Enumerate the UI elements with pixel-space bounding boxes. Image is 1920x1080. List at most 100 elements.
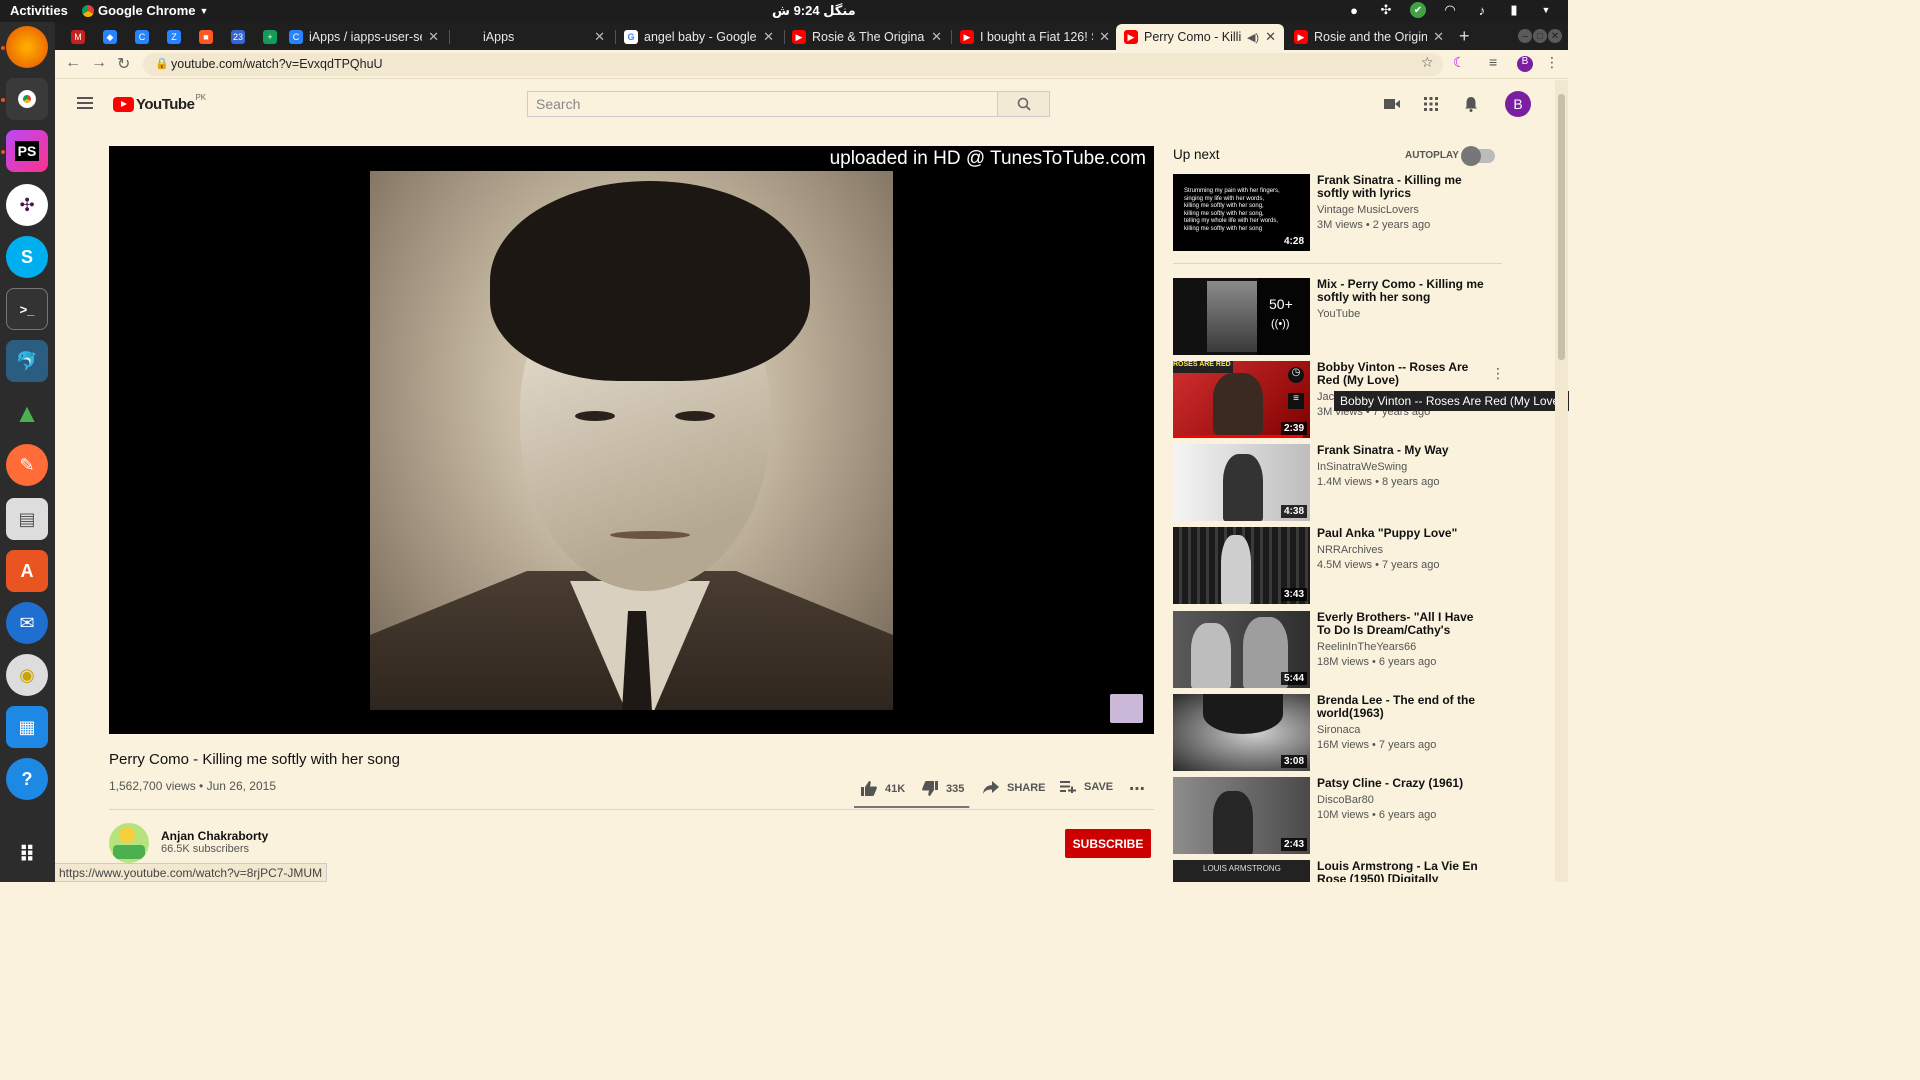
volume-icon[interactable]: ♪ bbox=[1474, 2, 1490, 18]
dislike-button[interactable]: 335 bbox=[922, 781, 964, 796]
menu-icon[interactable]: ⋮ bbox=[1545, 54, 1559, 71]
video-thumbnail[interactable]: 3:43 bbox=[1173, 527, 1310, 604]
page-scrollbar[interactable] bbox=[1555, 80, 1568, 882]
slack-tray-icon[interactable]: ✣ bbox=[1378, 2, 1394, 18]
hamburger-menu-icon[interactable] bbox=[77, 97, 93, 109]
more-actions-icon[interactable]: ⋯ bbox=[1129, 779, 1145, 799]
close-icon[interactable]: ✕ bbox=[1099, 29, 1110, 45]
mix-thumbnail[interactable]: 50+ ((•)) bbox=[1173, 278, 1310, 355]
maximize-button[interactable]: □ bbox=[1533, 29, 1547, 43]
slack-icon[interactable]: ✣ bbox=[6, 184, 48, 226]
tab-youtube-fiat[interactable]: ▶ I bought a Fiat 126! S ✕ bbox=[952, 24, 1118, 50]
audio-playing-icon[interactable]: ◀) bbox=[1247, 31, 1259, 44]
tab-youtube-rosie[interactable]: ▶ Rosie & The Original ✕ bbox=[784, 24, 950, 50]
video-title[interactable]: Everly Brothers- "All I Have To Do Is Dr… bbox=[1317, 611, 1487, 637]
recommendation-item[interactable]: 2:43 Patsy Cline - Crazy (1961) DiscoBar… bbox=[1173, 777, 1503, 855]
scrollbar-thumb[interactable] bbox=[1558, 94, 1565, 360]
software-center-icon[interactable]: A bbox=[6, 550, 48, 592]
add-to-queue-icon[interactable]: ≡ bbox=[1288, 393, 1304, 409]
extension-icon[interactable]: ☾ bbox=[1453, 54, 1466, 71]
activities-button[interactable]: Activities bbox=[10, 3, 68, 18]
lock-icon[interactable]: 🔒 bbox=[155, 57, 169, 70]
tab-confluence[interactable]: C bbox=[127, 24, 159, 50]
more-options-icon[interactable]: ⋮ bbox=[1491, 365, 1505, 382]
tab-youtube-perry-como[interactable]: ▶ Perry Como - Killi ◀) ✕ bbox=[1116, 24, 1284, 50]
channel-name[interactable]: NRRArchives bbox=[1317, 544, 1383, 556]
phpstorm-icon[interactable]: PS bbox=[6, 130, 48, 172]
close-icon[interactable]: ✕ bbox=[931, 29, 942, 45]
video-title[interactable]: Frank Sinatra - Killing me softly with l… bbox=[1317, 174, 1487, 200]
watch-later-icon[interactable]: ◷ bbox=[1288, 367, 1304, 383]
channel-name[interactable]: ReelinInTheYears66 bbox=[1317, 641, 1416, 653]
autoplay-toggle[interactable] bbox=[1461, 146, 1495, 166]
channel-name[interactable]: YouTube bbox=[1317, 308, 1360, 320]
video-thumbnail[interactable]: 4:38 bbox=[1173, 444, 1310, 521]
files-icon[interactable]: ▤ bbox=[6, 498, 48, 540]
firefox-icon[interactable] bbox=[6, 26, 48, 68]
terminal-icon[interactable]: >_ bbox=[6, 288, 48, 330]
thunderbird-icon[interactable]: ✉ bbox=[6, 602, 48, 644]
help-icon[interactable]: ? bbox=[6, 758, 48, 800]
subscribe-button[interactable]: SUBSCRIBE bbox=[1065, 829, 1151, 858]
writer-icon[interactable]: ▦ bbox=[6, 706, 48, 748]
mysql-workbench-icon[interactable]: 🐬 bbox=[6, 340, 48, 382]
address-bar[interactable]: 🔒 youtube.com/watch?v=EvxqdTPQhuU bbox=[143, 53, 1443, 76]
close-icon[interactable]: ✕ bbox=[763, 29, 774, 45]
close-icon[interactable]: ✕ bbox=[594, 29, 605, 45]
video-thumbnail[interactable]: ROSES ARE RED ◷ ≡ 2:39 bbox=[1173, 361, 1310, 438]
video-title[interactable]: Brenda Lee - The end of the world(1963) bbox=[1317, 694, 1487, 720]
tab-bitbucket[interactable]: CiApps / iapps-user-se ✕ bbox=[281, 24, 447, 50]
recommendation-item[interactable]: 5:44 Everly Brothers- "All I Have To Do … bbox=[1173, 611, 1503, 689]
media-controls-icon[interactable]: ≡ bbox=[1489, 54, 1497, 70]
video-thumbnail[interactable]: 3:08 bbox=[1173, 694, 1310, 771]
new-tab-button[interactable]: + bbox=[1459, 26, 1470, 47]
like-button[interactable]: 41K bbox=[861, 781, 905, 796]
video-title[interactable]: Mix - Perry Como - Killing me softly wit… bbox=[1317, 278, 1487, 304]
channel-name[interactable]: Vintage MusicLovers bbox=[1317, 204, 1419, 216]
tab-gmail[interactable]: M bbox=[63, 24, 95, 50]
search-input[interactable]: Search bbox=[527, 91, 998, 117]
account-avatar[interactable]: B bbox=[1505, 91, 1531, 117]
skype-icon[interactable]: S bbox=[6, 236, 48, 278]
wifi-icon[interactable]: ◠ bbox=[1442, 2, 1458, 18]
video-title[interactable]: Paul Anka "Puppy Love" bbox=[1317, 527, 1487, 540]
recommendation-item[interactable]: 3:43 Paul Anka "Puppy Love" NRRArchives … bbox=[1173, 527, 1503, 605]
close-icon[interactable]: ✕ bbox=[1265, 29, 1276, 45]
channel-watermark-icon[interactable] bbox=[1110, 694, 1143, 723]
tab-jira[interactable]: ◆ bbox=[95, 24, 127, 50]
youtube-logo[interactable]: YouTube PK bbox=[113, 93, 206, 113]
video-title[interactable]: Louis Armstrong - La Vie En Rose (1950) … bbox=[1317, 860, 1487, 882]
recommendation-item[interactable]: 3:08 Brenda Lee - The end of the world(1… bbox=[1173, 694, 1503, 772]
recommendation-item[interactable]: Strumming my pain with her fingers, sing… bbox=[1173, 174, 1503, 252]
search-button[interactable] bbox=[997, 91, 1050, 117]
rhythmbox-icon[interactable]: ◉ bbox=[6, 654, 48, 696]
close-icon[interactable]: ✕ bbox=[1433, 29, 1444, 45]
recommendation-item[interactable]: 4:38 Frank Sinatra - My Way InSinatraWeS… bbox=[1173, 444, 1503, 522]
postman-icon[interactable]: ✎ bbox=[6, 444, 48, 486]
video-player[interactable]: uploaded in HD @ TunesToTube.com bbox=[109, 146, 1154, 734]
video-title[interactable]: Frank Sinatra - My Way bbox=[1317, 444, 1487, 457]
reload-icon[interactable]: ↻ bbox=[117, 54, 130, 74]
video-title[interactable]: Patsy Cline - Crazy (1961) bbox=[1317, 777, 1487, 790]
show-apps-icon[interactable]: ⠿ bbox=[6, 834, 48, 876]
tab-google-search[interactable]: Gangel baby - Google ✕ bbox=[616, 24, 782, 50]
profile-icon[interactable]: B bbox=[1517, 56, 1533, 72]
tab-calendar[interactable]: 23 bbox=[223, 24, 255, 50]
close-window-button[interactable]: ✕ bbox=[1548, 29, 1562, 43]
chevron-down-icon[interactable]: ▼ bbox=[1538, 2, 1554, 18]
chrome-dock-icon[interactable] bbox=[6, 78, 48, 120]
channel-name[interactable]: Sironaca bbox=[1317, 724, 1360, 736]
clock[interactable]: منگل 9:24 ش bbox=[772, 3, 856, 19]
share-button[interactable]: SHARE bbox=[983, 781, 1046, 794]
tab-iapps[interactable]: iApps ✕ bbox=[451, 24, 613, 50]
channel-name[interactable]: DiscoBar80 bbox=[1317, 794, 1374, 806]
recommendation-item[interactable]: 50+ ((•)) Mix - Perry Como - Killing me … bbox=[1173, 278, 1503, 356]
tray-app-icon[interactable]: ● bbox=[1346, 2, 1362, 18]
create-video-icon[interactable] bbox=[1384, 96, 1400, 112]
tab-app[interactable]: ■ bbox=[191, 24, 223, 50]
check-tray-icon[interactable]: ✔ bbox=[1410, 2, 1426, 18]
battery-icon[interactable]: ▮ bbox=[1506, 2, 1522, 18]
tab-jira-2[interactable]: Z bbox=[159, 24, 191, 50]
channel-avatar[interactable] bbox=[109, 823, 149, 863]
apps-grid-icon[interactable] bbox=[1423, 96, 1439, 112]
